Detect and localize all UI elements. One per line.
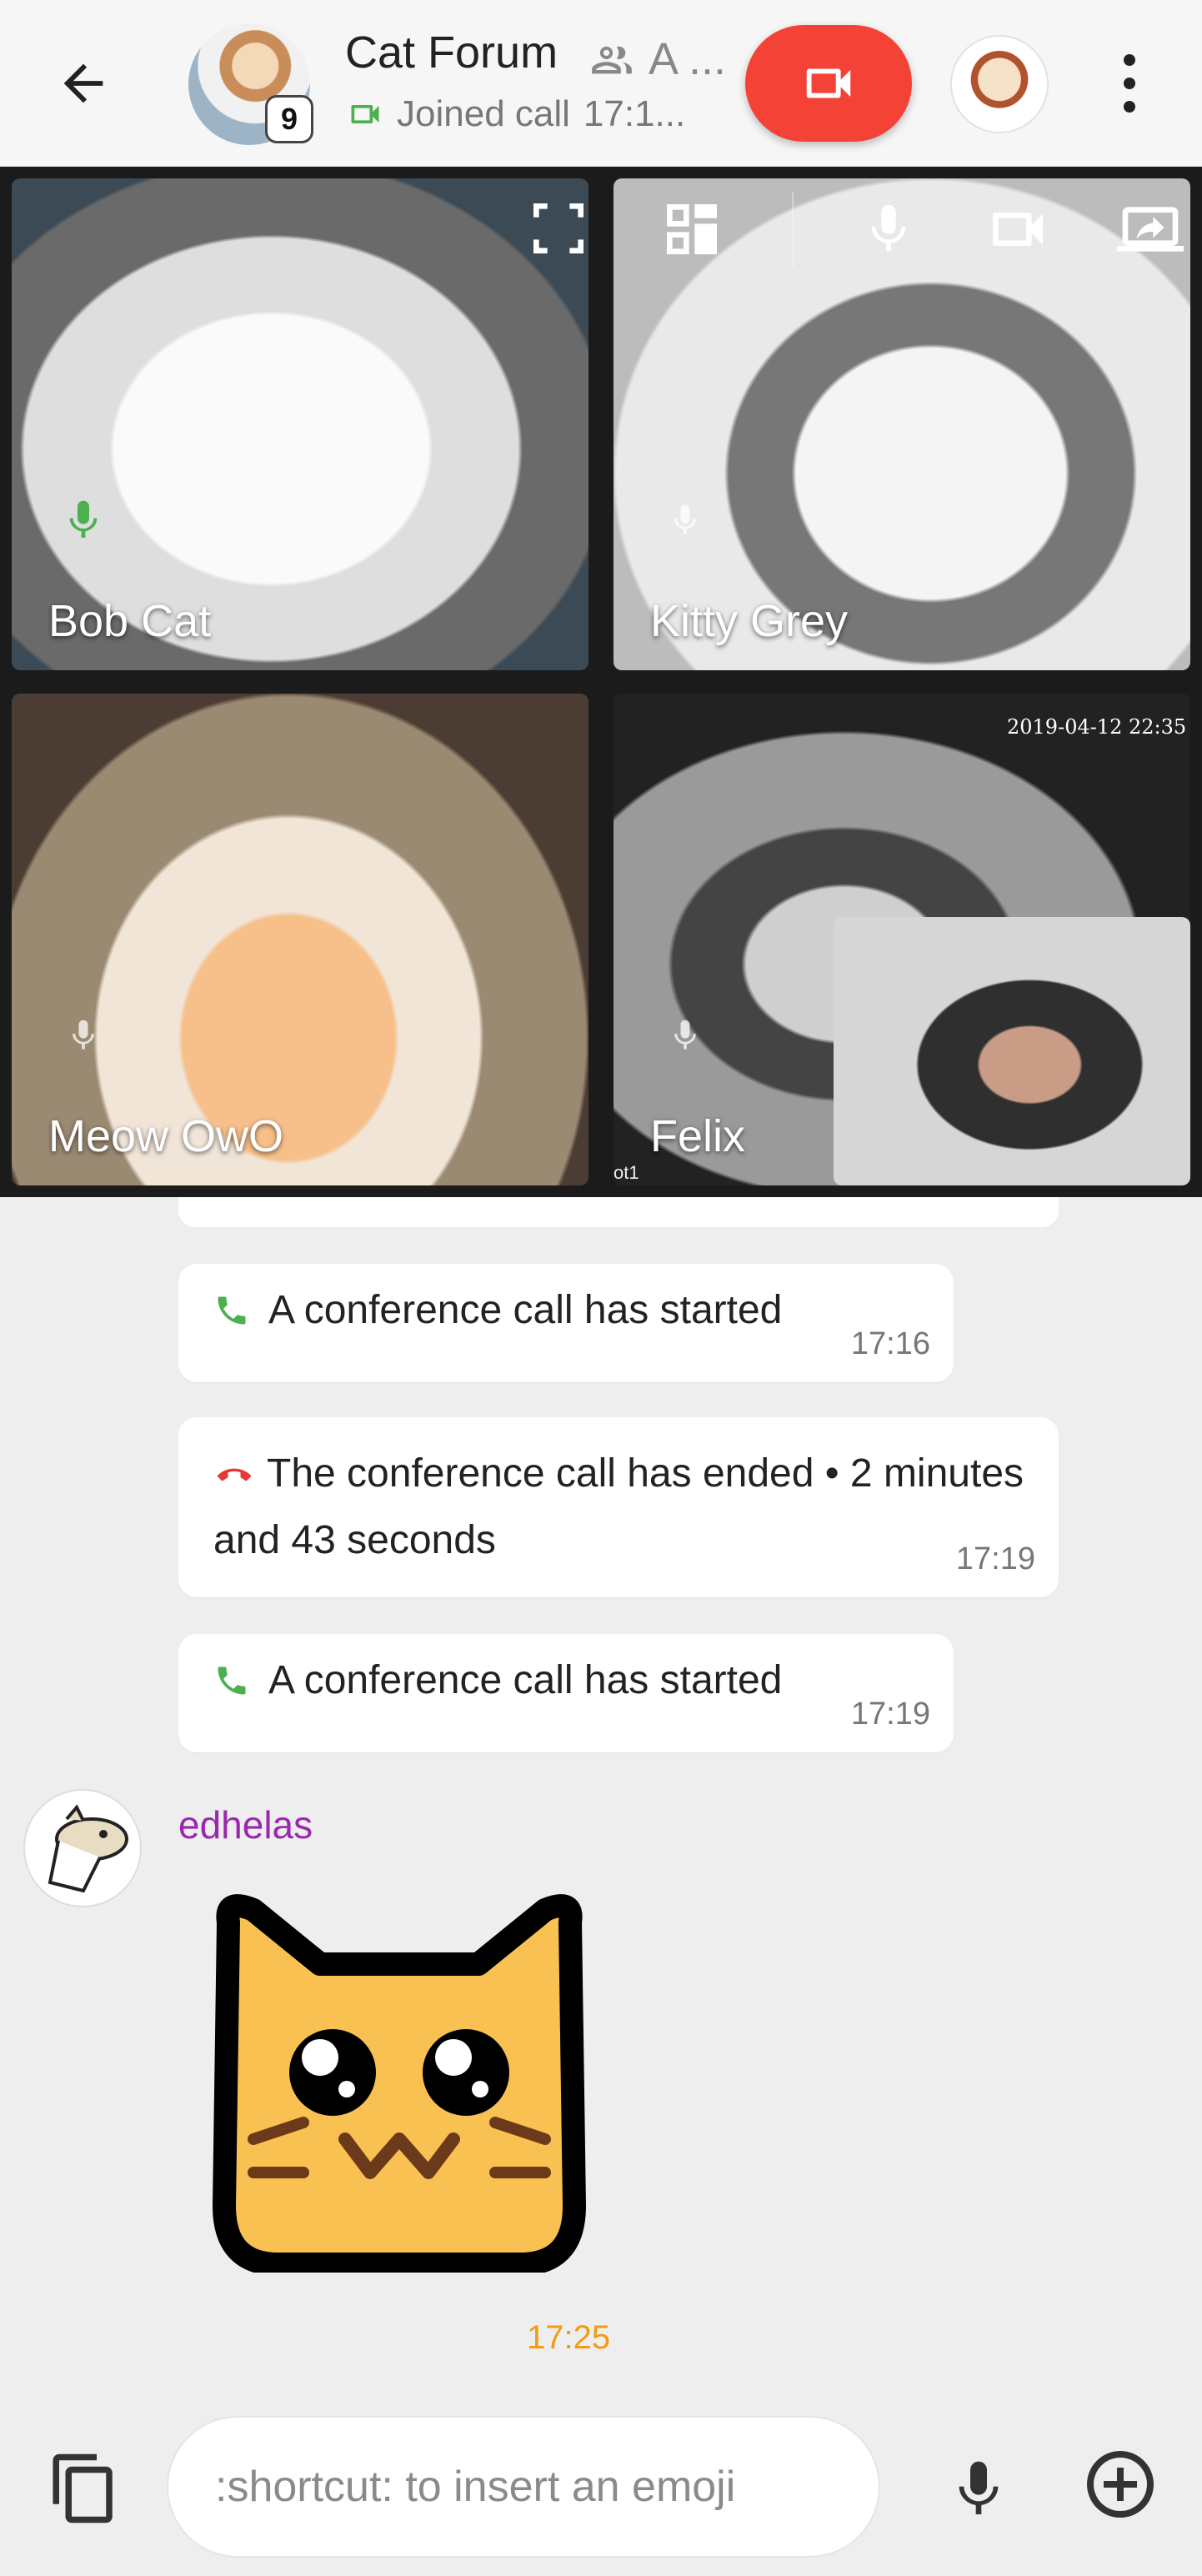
phone-icon (218, 1666, 246, 1694)
top-bar: 9 Cat Forum A ... Joined call 17:1... (0, 0, 1202, 167)
message-text: A conference call has started (268, 1658, 783, 1702)
sender-avatar[interactable] (23, 1789, 142, 1907)
camera-toggle-icon[interactable] (984, 196, 1051, 263)
more-vert-icon[interactable] (1109, 42, 1150, 125)
copy-icon[interactable] (47, 2451, 122, 2526)
participant-name: Bob Cat (48, 596, 212, 646)
microphone-icon[interactable] (859, 196, 918, 263)
video-camera-icon (351, 105, 379, 123)
participant-name: Meow OwO (48, 1111, 284, 1161)
message-text: A conference call has started (268, 1288, 783, 1332)
fullscreen-icon[interactable] (525, 195, 592, 262)
message-time: 17:19 (955, 1541, 1035, 1576)
room-topic: A ... (649, 34, 727, 84)
room-meta: A ... (590, 33, 726, 85)
message-time: 17:19 (850, 1696, 930, 1732)
group-icon (592, 46, 632, 74)
call-status-text: Joined call (397, 93, 570, 134)
previous-message (178, 1197, 1059, 1227)
room-title[interactable]: Cat Forum (345, 27, 558, 78)
mic-muted-icon (58, 1002, 108, 1069)
mic-muted-icon (660, 1002, 710, 1069)
call-event-message[interactable]: The conference call has ended • 2 minute… (178, 1417, 1059, 1597)
call-event-message[interactable]: A conference call has started 17:16 (178, 1264, 954, 1382)
video-camera-icon (806, 68, 851, 98)
user-avatar[interactable] (950, 35, 1049, 133)
camera-timestamp: 2019-04-12 22:35 (1007, 715, 1187, 739)
participant-name: Felix (650, 1111, 746, 1161)
member-count-badge: 9 (265, 95, 313, 143)
voice-message-icon[interactable] (945, 2448, 1012, 2531)
composer (0, 2398, 1202, 2576)
call-controls (659, 192, 1184, 267)
screen-share-icon[interactable] (1117, 196, 1184, 263)
layout-grid-icon[interactable] (659, 196, 725, 263)
participant-name: Kitty Grey (650, 596, 849, 646)
self-view-video[interactable] (834, 917, 1190, 1185)
phone-icon (218, 1296, 246, 1324)
message-input[interactable] (167, 2416, 880, 2558)
sender-name[interactable]: edhelas (178, 1802, 313, 1847)
message-time: 17:25 (527, 2319, 611, 2356)
add-circle-icon[interactable] (1080, 2444, 1160, 2524)
call-status: Joined call 17:1... (347, 93, 685, 135)
message-text: The conference call has ended • 2 minute… (213, 1451, 1024, 1562)
mic-icon (58, 487, 108, 554)
leave-call-button[interactable] (745, 25, 912, 142)
video-tile-bob-cat[interactable]: Bob Cat (12, 178, 588, 670)
cat-sticker[interactable] (203, 1889, 593, 2276)
call-status-time: 17:1... (583, 93, 686, 134)
phone-hangup-icon (218, 1468, 251, 1481)
message-time: 17:16 (850, 1326, 930, 1361)
camera-label: ot1 (614, 1162, 639, 1183)
video-tile-meow-owo[interactable]: Meow OwO (12, 694, 588, 1185)
mic-muted-icon (660, 487, 710, 554)
call-event-message[interactable]: A conference call has started 17:19 (178, 1634, 954, 1752)
message-timeline: A conference call has started 17:16 The … (0, 1197, 1202, 2398)
back-arrow-icon[interactable] (50, 50, 117, 117)
